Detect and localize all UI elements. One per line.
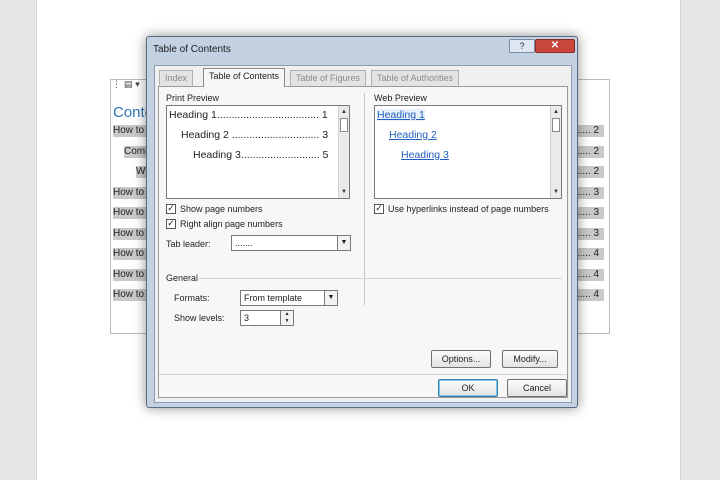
toc-page-number: ...... 3 (574, 228, 604, 240)
toc-dialog: Table of Contents ? ✕ Index Table of Con… (146, 36, 578, 408)
toc-page-number: ...... 4 (574, 289, 604, 301)
scroll-thumb[interactable] (340, 118, 348, 132)
preview-divider (364, 93, 365, 305)
help-icon: ? (519, 41, 525, 51)
tab-table-of-figures[interactable]: Table of Figures (290, 70, 367, 86)
right-align-checkbox[interactable]: ✓ (166, 219, 176, 229)
print-preview-heading-3: Heading 3........................... 5 (193, 149, 329, 161)
toc-entry: How to (113, 269, 147, 281)
tab-leader-select[interactable]: ....... ▼ (231, 235, 351, 251)
general-label: General (166, 273, 199, 283)
formats-select[interactable]: From template ▼ (240, 290, 338, 306)
cancel-button[interactable]: Cancel (507, 379, 567, 397)
tab-panel: Print Preview Heading 1.................… (158, 86, 568, 398)
use-hyperlinks-row[interactable]: ✓ Use hyperlinks instead of page numbers (374, 204, 549, 214)
tab-index[interactable]: Index (159, 70, 194, 86)
formats-value: From template (244, 293, 303, 303)
toc-entry: How to (113, 289, 147, 301)
modify-button[interactable]: Modify... (502, 350, 558, 368)
toc-entry: How to (113, 228, 147, 240)
document-icon: ▤ (123, 80, 133, 90)
toc-entry: How to (113, 187, 147, 199)
show-levels-label: Show levels: (174, 313, 225, 323)
options-button[interactable]: Options... (431, 350, 491, 368)
toc-page-number: ...... 2 (574, 166, 604, 178)
toc-page-number: ...... 3 (574, 207, 604, 219)
general-divider (199, 278, 562, 279)
print-preview-heading-1: Heading 1...............................… (169, 109, 328, 121)
scroll-up-icon[interactable]: ▲ (551, 107, 561, 117)
web-preview-label: Web Preview (374, 93, 427, 103)
web-preview-link-2[interactable]: Heading 2 (389, 129, 437, 141)
web-preview-box: Heading 1 Heading 2 Heading 3 ▲ ▼ (374, 105, 562, 199)
toc-entry: How to (113, 125, 147, 137)
ok-button[interactable]: OK (438, 379, 498, 397)
show-page-numbers-row[interactable]: ✓ Show page numbers (166, 204, 263, 214)
close-button[interactable]: ✕ (535, 39, 575, 53)
dialog-title: Table of Contents (153, 44, 231, 55)
print-preview-scrollbar[interactable]: ▲ ▼ (338, 106, 349, 198)
right-align-label: Right align page numbers (180, 219, 283, 229)
scroll-up-icon[interactable]: ▲ (339, 107, 349, 117)
print-preview-label: Print Preview (166, 93, 220, 103)
print-preview-box: Heading 1...............................… (166, 105, 350, 199)
tab-leader-label: Tab leader: (166, 239, 211, 249)
toc-page-number: ...... 4 (574, 269, 604, 281)
use-hyperlinks-label: Use hyperlinks instead of page numbers (388, 204, 549, 214)
web-preview-scrollbar[interactable]: ▲ ▼ (550, 106, 561, 198)
help-button[interactable]: ? (509, 39, 535, 53)
show-levels-stepper[interactable]: 3 ▲ ▼ (240, 310, 294, 326)
scroll-thumb[interactable] (552, 118, 560, 132)
print-preview-heading-2: Heading 2 ..............................… (181, 129, 329, 141)
toc-page-number: ...... 2 (574, 146, 604, 158)
close-icon: ✕ (550, 40, 560, 51)
toc-page-number: ...... 3 (574, 187, 604, 199)
button-divider (159, 374, 567, 375)
web-preview-link-3[interactable]: Heading 3 (401, 149, 449, 161)
chevron-down-icon[interactable]: ▼ (337, 236, 350, 250)
toc-entry: How to (113, 248, 147, 260)
show-page-numbers-label: Show page numbers (180, 204, 263, 214)
web-preview-link-1[interactable]: Heading 1 (377, 109, 425, 121)
scroll-down-icon[interactable]: ▼ (339, 187, 349, 197)
stepper-arrows-icon[interactable]: ▲ ▼ (280, 311, 293, 325)
tab-table-of-contents[interactable]: Table of Contents (203, 68, 286, 87)
toc-entry: Comi (124, 146, 147, 158)
toc-entry: How to (113, 207, 147, 219)
show-levels-value: 3 (244, 313, 250, 323)
tab-leader-value: ....... (235, 238, 253, 248)
scroll-down-icon[interactable]: ▼ (551, 187, 561, 197)
show-page-numbers-checkbox[interactable]: ✓ (166, 204, 176, 214)
toc-page-number: ...... 4 (574, 248, 604, 260)
chevron-down-icon[interactable]: ▼ (324, 291, 337, 305)
toc-page-number: ...... 2 (574, 125, 604, 137)
use-hyperlinks-checkbox[interactable]: ✓ (374, 204, 384, 214)
right-align-row[interactable]: ✓ Right align page numbers (166, 219, 283, 229)
dialog-body: Index Table of Contents Table of Figures… (154, 65, 572, 403)
toc-toolbar[interactable]: ⋮ ▤ ▾ (112, 80, 140, 90)
tab-table-of-authorities[interactable]: Table of Authorities (371, 70, 460, 86)
formats-label: Formats: (174, 293, 210, 303)
